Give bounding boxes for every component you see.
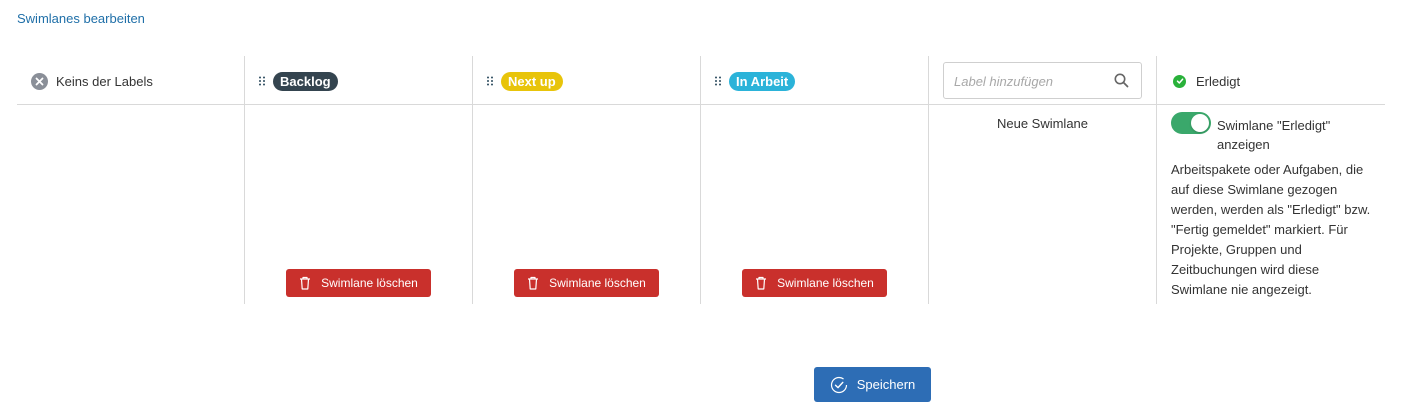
- delete-swimlane-label: Swimlane löschen: [777, 276, 874, 290]
- search-icon[interactable]: [1114, 73, 1129, 91]
- label-next-up: Next up: [501, 71, 563, 91]
- add-label-input[interactable]: [954, 72, 1104, 90]
- column-header: Keins der Labels: [17, 56, 244, 105]
- column-header: Erledigt: [1157, 56, 1385, 105]
- trash-icon: [755, 276, 767, 290]
- new-swimlane-label: Neue Swimlane: [996, 116, 1089, 131]
- toggle-knob: [1191, 114, 1209, 132]
- x-circle-icon: [31, 72, 48, 90]
- save-button[interactable]: Speichern: [814, 367, 931, 402]
- column-header: [929, 56, 1156, 105]
- column-label: Erledigt: [1196, 73, 1241, 89]
- toggle-label: Swimlane "Erledigt" anzeigen: [1217, 118, 1331, 152]
- drag-handle-icon[interactable]: [486, 76, 494, 86]
- done-description: Arbeitspakete oder Aufgaben, die auf die…: [1171, 162, 1371, 297]
- delete-swimlane-label: Swimlane löschen: [549, 276, 646, 290]
- column-label: Keins der Labels: [56, 73, 153, 89]
- drag-handle-icon[interactable]: [258, 76, 266, 86]
- column-next-up: Next up Swimlane löschen: [473, 56, 701, 304]
- check-circle-icon: [1173, 74, 1186, 88]
- column-in-arbeit: In Arbeit Swimlane löschen: [701, 56, 929, 304]
- column-header: Next up: [473, 56, 700, 105]
- label-in-arbeit: In Arbeit: [729, 71, 796, 91]
- edit-swimlanes-link[interactable]: Swimlanes bearbeiten: [17, 11, 145, 26]
- column-backlog: Backlog Swimlane löschen: [245, 56, 473, 304]
- column-new-swimlane: Neue Swimlane: [929, 56, 1157, 304]
- save-label: Speichern: [856, 377, 916, 392]
- trash-icon: [299, 276, 311, 290]
- delete-swimlane-button[interactable]: Swimlane löschen: [742, 269, 887, 297]
- delete-swimlane-button[interactable]: Swimlane löschen: [514, 269, 659, 297]
- drag-handle-icon[interactable]: [714, 76, 722, 86]
- check-circle-icon: [830, 376, 848, 394]
- label-backlog: Backlog: [273, 71, 338, 91]
- delete-swimlane-label: Swimlane löschen: [321, 276, 418, 290]
- column-no-labels: Keins der Labels: [17, 56, 245, 304]
- add-label-search[interactable]: [943, 62, 1142, 99]
- column-erledigt: Erledigt Swimlane "Erledigt" anzeigen Ar…: [1157, 56, 1385, 304]
- column-header: Backlog: [245, 56, 472, 105]
- trash-icon: [527, 276, 539, 290]
- delete-swimlane-button[interactable]: Swimlane löschen: [286, 269, 431, 297]
- show-done-swimlane-toggle[interactable]: [1171, 112, 1211, 134]
- swimlane-board: Keins der Labels Backlog Swimlane lösche…: [17, 56, 1385, 304]
- column-header: In Arbeit: [701, 56, 928, 105]
